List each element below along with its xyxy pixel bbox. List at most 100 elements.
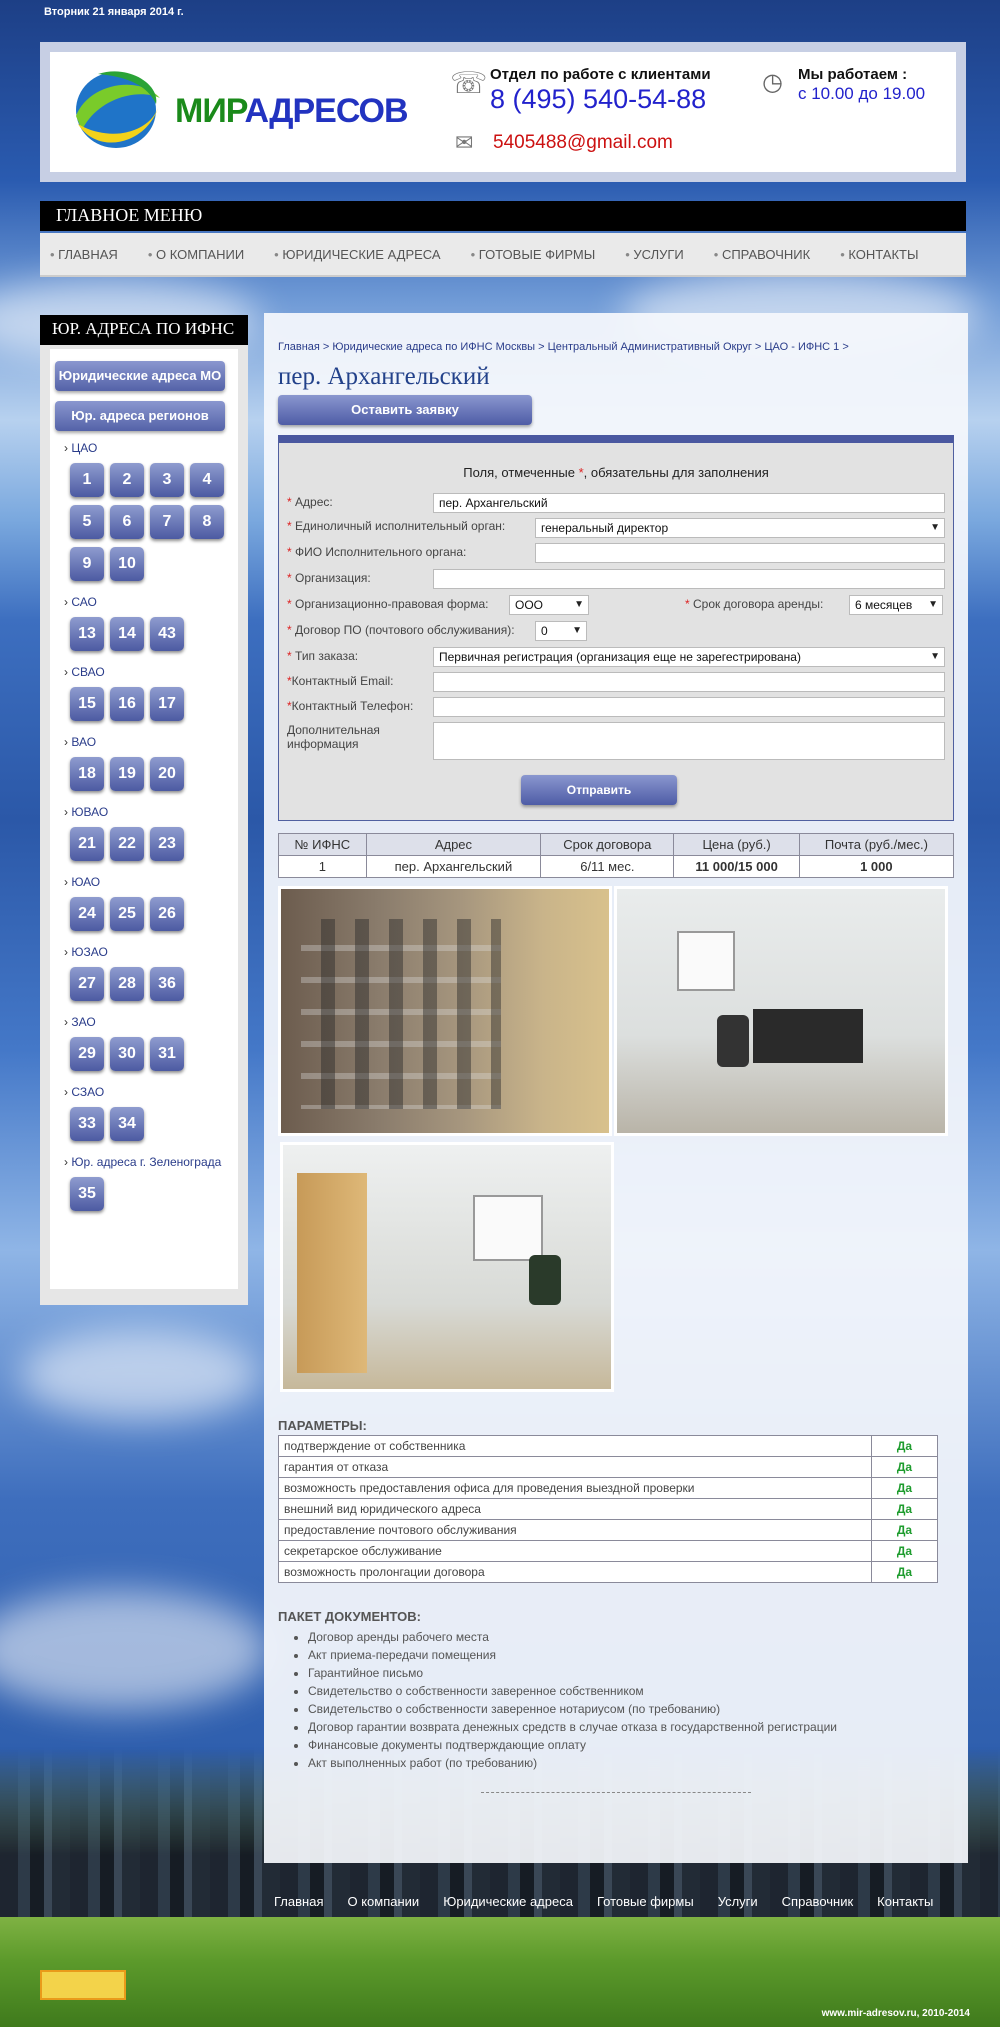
ifns-tile[interactable]: 5 [70, 505, 104, 539]
email-link[interactable]: 5405488@gmail.com [493, 132, 673, 154]
ifns-tiles: 21 22 23 [50, 823, 230, 865]
menu-item-about[interactable]: О КОМПАНИИ [148, 247, 244, 262]
ifns-tile[interactable]: 23 [150, 827, 184, 861]
menu-item-firms[interactable]: ГОТОВЫЕ ФИРМЫ [471, 247, 595, 262]
mo-addresses-button[interactable]: Юридические адреса МО [55, 361, 225, 391]
logo-globe-icon[interactable] [68, 64, 164, 156]
submit-button[interactable]: Отправить [521, 775, 677, 805]
ifns-tile[interactable]: 34 [110, 1107, 144, 1141]
organization-input[interactable] [433, 569, 945, 589]
ifns-tile[interactable]: 26 [150, 897, 184, 931]
address-input[interactable]: пер. Архангельский [433, 493, 945, 513]
okrug-link[interactable]: СЗАО [64, 1085, 238, 1099]
ifns-tile[interactable]: 22 [110, 827, 144, 861]
current-date: Вторник 21 января 2014 г. [44, 6, 184, 18]
ifns-tiles: 35 [50, 1173, 230, 1215]
ifns-tile[interactable]: 1 [70, 463, 104, 497]
ifns-tile[interactable]: 35 [70, 1177, 104, 1211]
building-photo[interactable] [278, 886, 612, 1136]
param-name: возможность предоставления офиса для про… [278, 1477, 872, 1499]
ifns-tile[interactable]: 21 [70, 827, 104, 861]
okrug-link[interactable]: ЦАО [64, 441, 238, 455]
okrug-link[interactable]: ЮВАО [64, 805, 238, 819]
breadcrumb[interactable]: Главная > Юридические адреса по ИФНС Мос… [278, 341, 954, 353]
ifns-tile[interactable]: 31 [150, 1037, 184, 1071]
menu-item-home[interactable]: ГЛАВНАЯ [50, 247, 118, 262]
order-type-select[interactable]: Первичная регистрация (организация еще н… [433, 647, 945, 667]
logo-text[interactable]: МИРАДРЕСОВ [175, 92, 409, 131]
address-label: * Адрес: [287, 495, 333, 509]
okrug-link[interactable]: САО [64, 595, 238, 609]
fio-label-text: ФИО Исполнительного органа: [295, 545, 467, 559]
okrug-link[interactable]: ЗАО [64, 1015, 238, 1029]
phone-input[interactable] [433, 697, 945, 717]
footer-link-home[interactable]: Главная [274, 1894, 323, 1909]
menu-item-contacts[interactable]: КОНТАКТЫ [840, 247, 918, 262]
ifns-tile[interactable]: 18 [70, 757, 104, 791]
ifns-tile[interactable]: 6 [110, 505, 144, 539]
info-label: Дополнительная информация [287, 723, 380, 751]
regions-addresses-button[interactable]: Юр. адреса регионов [55, 401, 225, 431]
ifns-tile[interactable]: 15 [70, 687, 104, 721]
okrug-link[interactable]: ЮАО [64, 875, 238, 889]
table-row: предоставление почтового обслуживания Да [278, 1519, 938, 1541]
ifns-tile[interactable]: 16 [110, 687, 144, 721]
office-room-photo[interactable] [614, 886, 948, 1136]
ifns-tile[interactable]: 10 [110, 547, 144, 581]
sidebar: ЮР. АДРЕСА ПО ИФНС Юридические адреса МО… [40, 315, 248, 1305]
ifns-tile[interactable]: 7 [150, 505, 184, 539]
logo-text-adresov: АДРЕСОВ [244, 92, 408, 130]
exec-organ-select[interactable]: генеральный директор [535, 518, 945, 538]
menu-item-addresses[interactable]: ЮРИДИЧЕСКИЕ АДРЕСА [274, 247, 440, 262]
po-select[interactable]: 0 [535, 621, 587, 641]
ifns-tile[interactable]: 33 [70, 1107, 104, 1141]
ifns-tile[interactable]: 28 [110, 967, 144, 1001]
okrug-link[interactable]: ВАО [64, 735, 238, 749]
footer-link-firms[interactable]: Готовые фирмы [597, 1894, 694, 1909]
list-item: Договор гарантии возврата денежных средс… [308, 1720, 954, 1734]
phone-number[interactable]: 8 (495) 540-54-88 [490, 84, 706, 115]
footer-link-about[interactable]: О компании [347, 1894, 419, 1909]
office-cabinet-photo[interactable] [280, 1142, 614, 1392]
ifns-tile[interactable]: 36 [150, 967, 184, 1001]
ifns-tile[interactable]: 14 [110, 617, 144, 651]
footer-link-addresses[interactable]: Юридические адреса [443, 1894, 573, 1909]
ifns-tile[interactable]: 8 [190, 505, 224, 539]
ifns-tile[interactable]: 43 [150, 617, 184, 651]
page-title: пер. Архангельский [278, 363, 490, 390]
required-star: * [287, 649, 292, 663]
menu-item-services[interactable]: УСЛУГИ [625, 247, 683, 262]
ifns-tile[interactable]: 19 [110, 757, 144, 791]
okrug-link[interactable]: Юр. адреса г. Зеленограда [64, 1155, 238, 1169]
ifns-tile[interactable]: 3 [150, 463, 184, 497]
footer-link-reference[interactable]: Справочник [782, 1894, 854, 1909]
menu-item-reference[interactable]: СПРАВОЧНИК [714, 247, 810, 262]
order-button[interactable]: Оставить заявку [278, 395, 532, 425]
ifns-tile[interactable]: 24 [70, 897, 104, 931]
ifns-tile[interactable]: 20 [150, 757, 184, 791]
visitor-counter-badge[interactable] [40, 1970, 126, 2000]
ifns-tile[interactable]: 27 [70, 967, 104, 1001]
ifns-tile[interactable]: 9 [70, 547, 104, 581]
po-label: * Договор ПО (почтового обслуживания): [287, 623, 515, 637]
ifns-tile[interactable]: 29 [70, 1037, 104, 1071]
ifns-tile[interactable]: 30 [110, 1037, 144, 1071]
footer-link-services[interactable]: Услуги [718, 1894, 758, 1909]
ifns-tile[interactable]: 2 [110, 463, 144, 497]
okrug-list: ЦАО12345678910САО131443СВАО151617ВАО1819… [50, 441, 238, 1215]
term-select[interactable]: 6 месяцев [849, 595, 943, 615]
ifns-tile[interactable]: 13 [70, 617, 104, 651]
ifns-tile[interactable]: 4 [190, 463, 224, 497]
table-cell: 11 000/15 000 [673, 855, 800, 878]
email-input[interactable] [433, 672, 945, 692]
fio-input[interactable] [535, 543, 945, 563]
ifns-tile[interactable]: 25 [110, 897, 144, 931]
docs-list: Договор аренды рабочего места Акт приема… [278, 1630, 954, 1770]
order-form: Поля, отмеченные * , обязательны для запо… [278, 435, 954, 821]
okrug-link[interactable]: ЮЗАО [64, 945, 238, 959]
ifns-tile[interactable]: 17 [150, 687, 184, 721]
info-textarea[interactable] [433, 722, 945, 760]
legal-form-select[interactable]: ООО [509, 595, 589, 615]
okrug-link[interactable]: СВАО [64, 665, 238, 679]
footer-link-contacts[interactable]: Контакты [877, 1894, 933, 1909]
